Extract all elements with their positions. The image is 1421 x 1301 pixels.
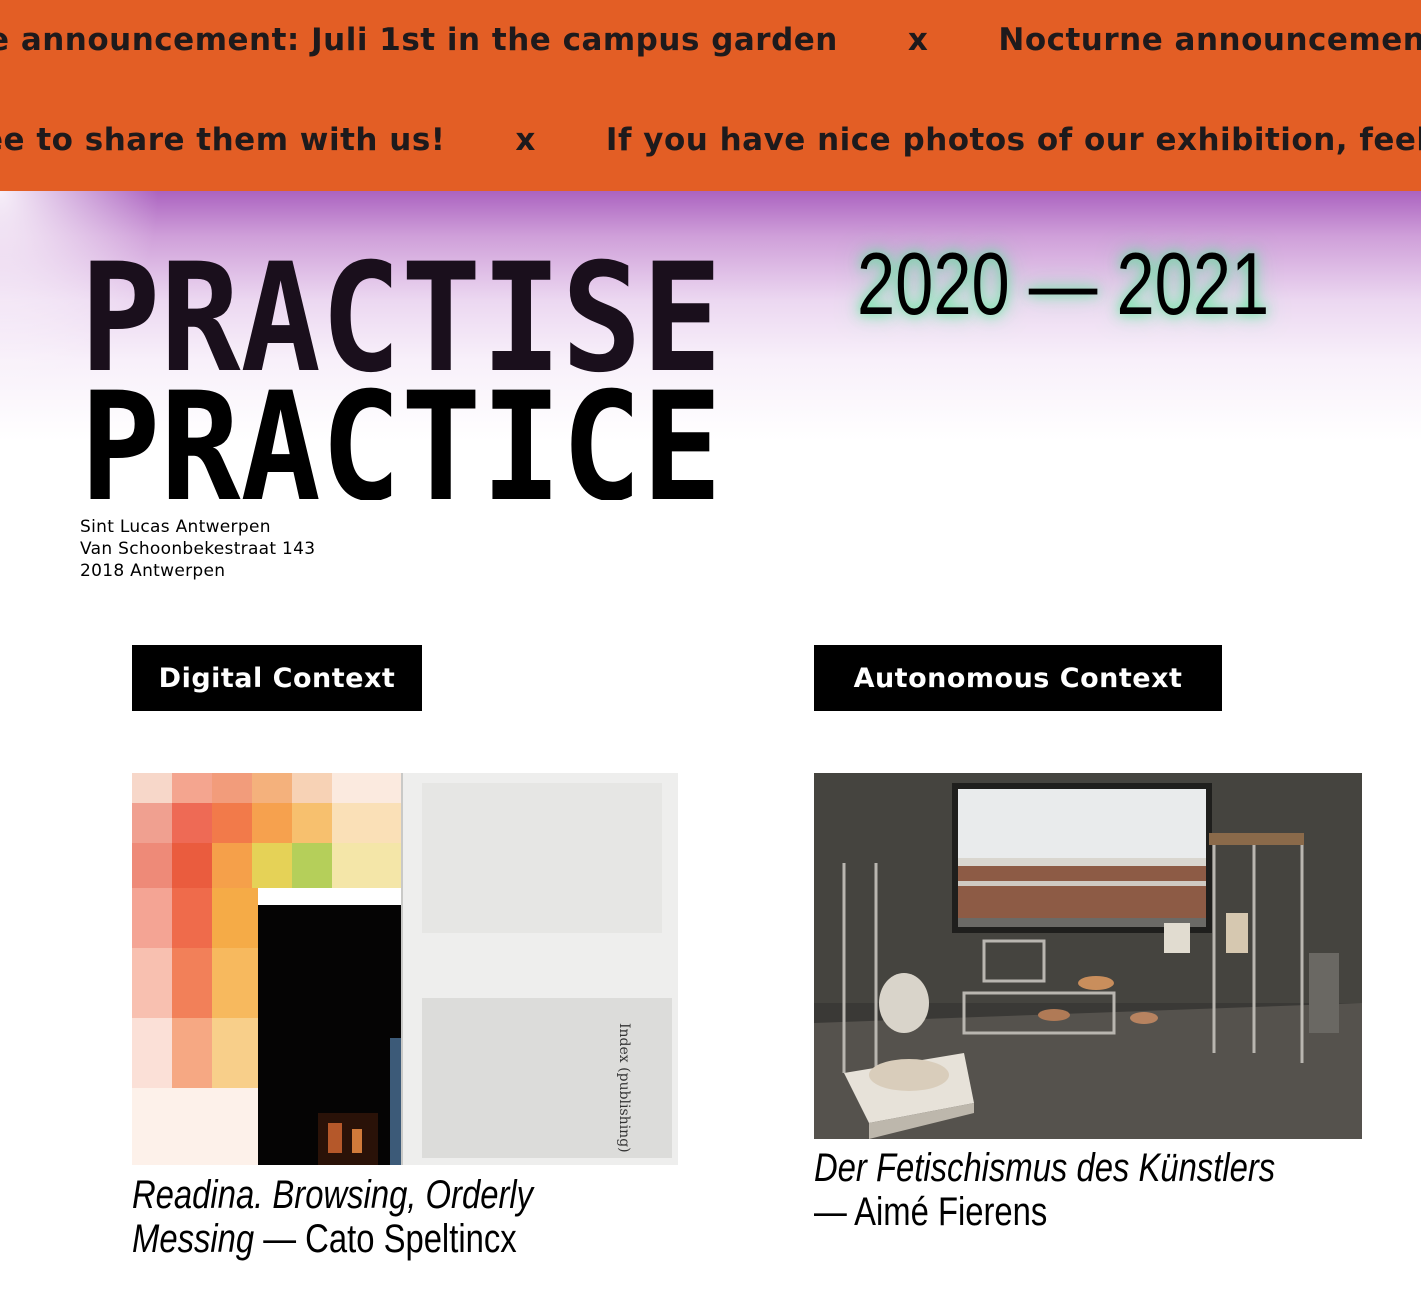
ticker-text: If you have nice photos of our exhibitio… bbox=[605, 122, 1421, 158]
ticker-text: ee to share them with us! bbox=[0, 122, 446, 158]
project-thumbnail-fetischismus[interactable] bbox=[814, 773, 1362, 1139]
address-line: Van Schoonbekestraat 143 bbox=[80, 539, 316, 559]
project-title: Readina. Browsing, Orderly bbox=[132, 1173, 534, 1217]
ticker-row-2: ee to share them with us! x If you have ni… bbox=[0, 122, 1421, 158]
address-line: Sint Lucas Antwerpen bbox=[80, 517, 271, 537]
practise-practice-logo: PRACTISE PRACTICE bbox=[80, 258, 722, 500]
project-title: Messing bbox=[132, 1217, 255, 1261]
logo-line-2: PRACTICE bbox=[80, 361, 722, 500]
project-title: Der Fetischismus des Künstlers bbox=[814, 1146, 1276, 1190]
publication-image: Index (publishing) bbox=[132, 773, 678, 1165]
project-caption-fetischismus[interactable]: Der Fetischismus des Künstlers — Aimé Fi… bbox=[814, 1146, 1339, 1234]
project-author: — Aimé Fierens bbox=[814, 1190, 1048, 1234]
address-block: Sint Lucas Antwerpen Van Schoonbekestraa… bbox=[80, 516, 315, 582]
ticker-row-1: e announcement: Juli 1st in the campus g… bbox=[0, 22, 1421, 58]
ticker-separator: x bbox=[907, 22, 929, 58]
exhibition-photo bbox=[814, 773, 1362, 1139]
ticker-text: Nocturne announcement: Juli 1st in the c… bbox=[998, 22, 1421, 58]
edition-years: 2020 — 2021 bbox=[857, 234, 1270, 333]
digital-context-button[interactable]: Digital Context bbox=[132, 645, 422, 711]
autonomous-context-button[interactable]: Autonomous Context bbox=[814, 645, 1222, 711]
ticker-text: e announcement: Juli 1st in the campus g… bbox=[0, 22, 838, 58]
address-line: 2018 Antwerpen bbox=[80, 561, 226, 581]
thumb-page-text: Index (publishing) bbox=[616, 1023, 632, 1153]
ticker-separator: x bbox=[515, 122, 536, 158]
project-author: — Cato Speltincx bbox=[263, 1217, 517, 1261]
project-caption-reading[interactable]: Readina. Browsing, Orderly Messing — Cat… bbox=[132, 1173, 624, 1261]
project-thumbnail-reading[interactable]: Index (publishing) bbox=[132, 773, 678, 1165]
announcement-ticker: e announcement: Juli 1st in the campus g… bbox=[0, 0, 1421, 191]
